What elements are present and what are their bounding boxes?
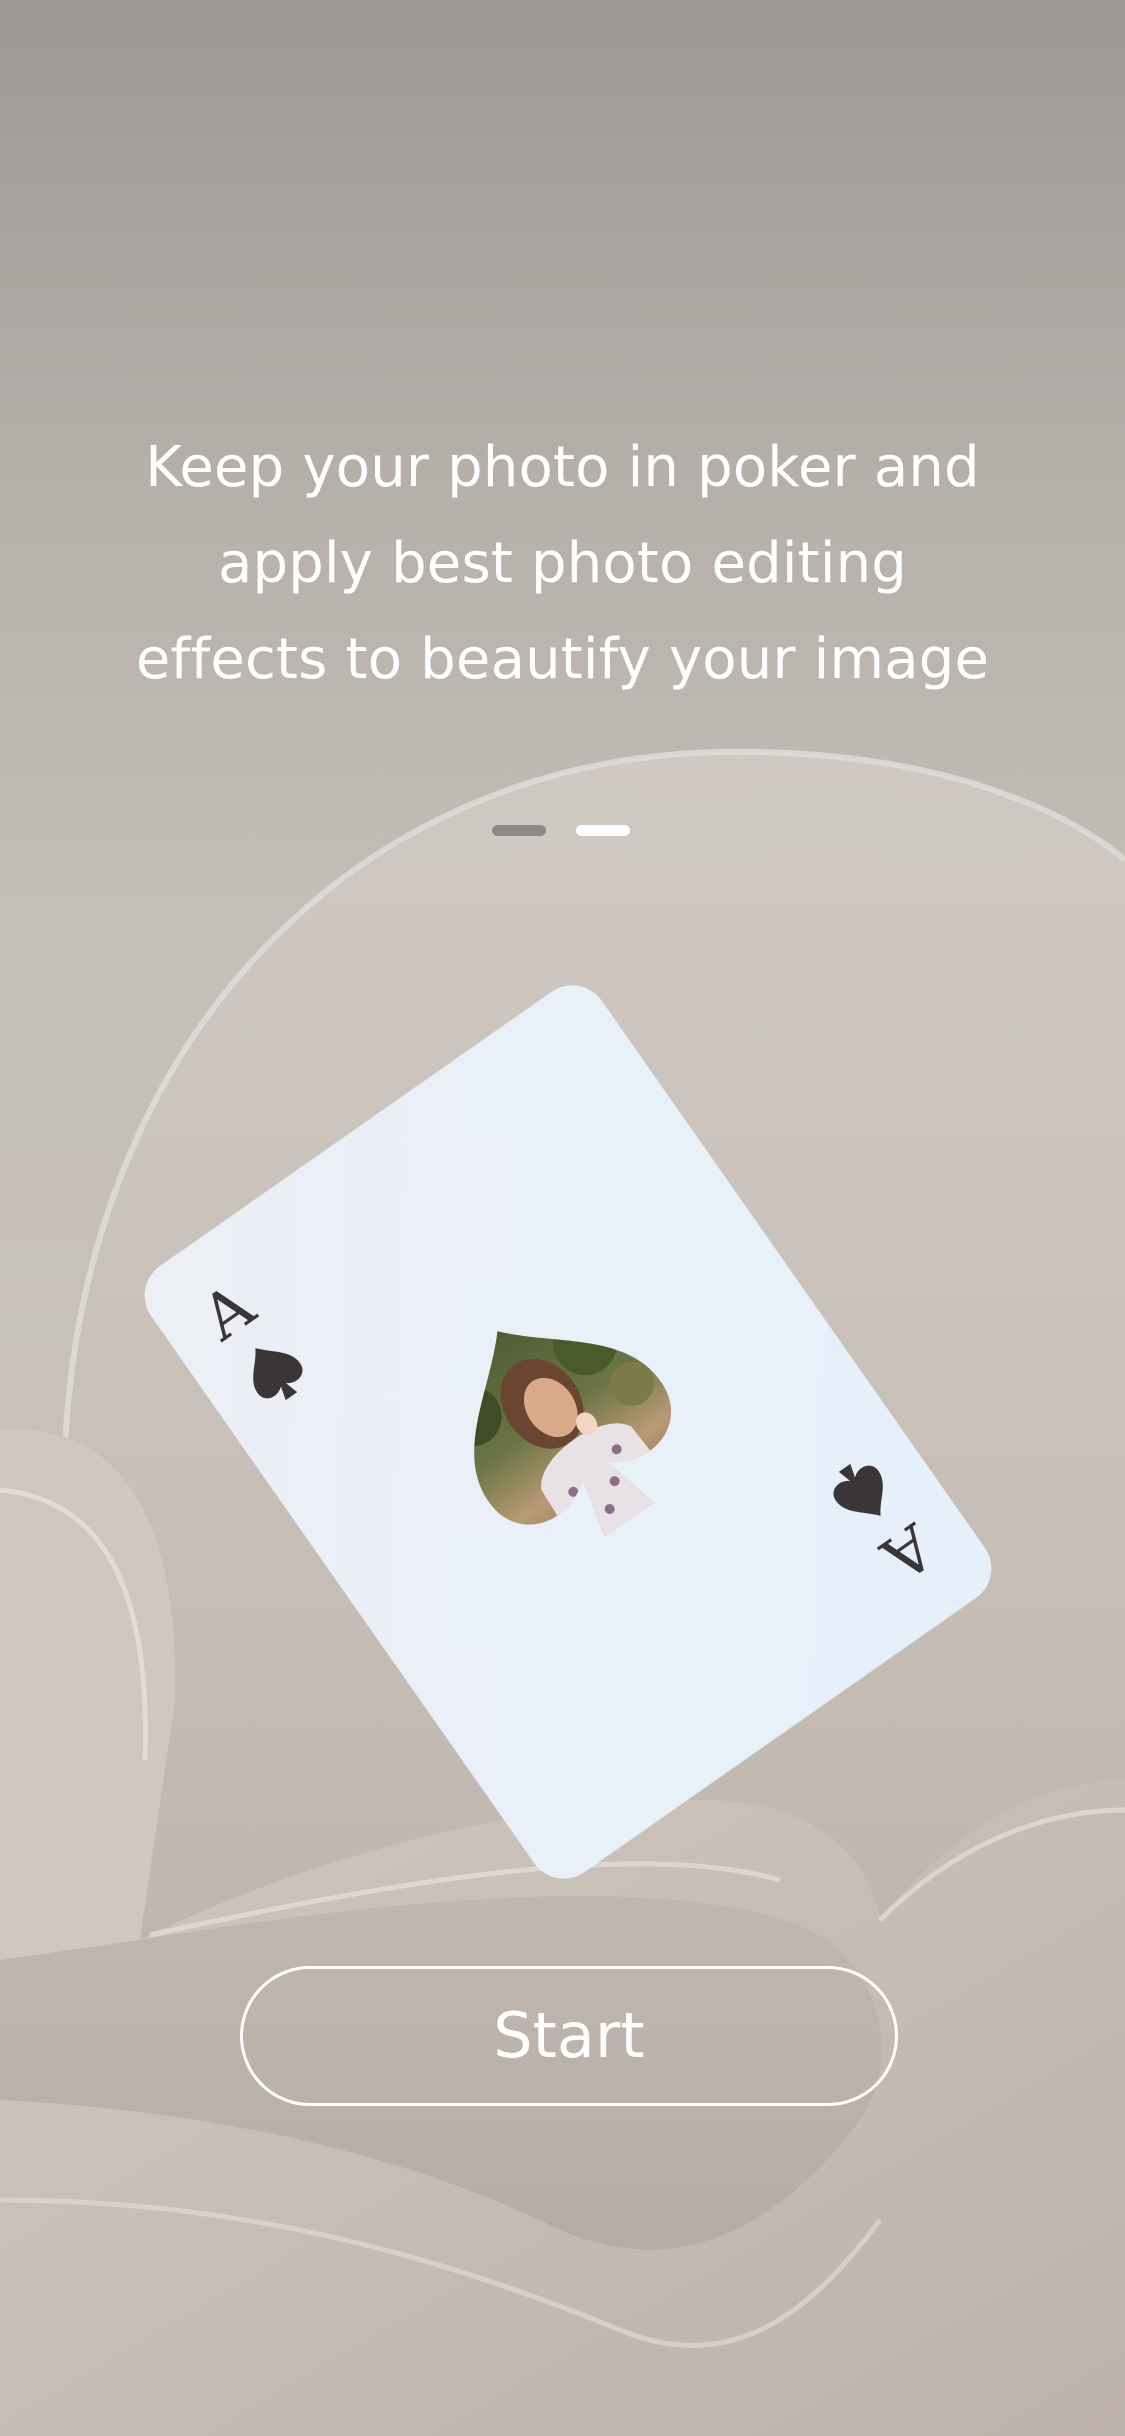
start-button[interactable]: Start — [240, 1966, 898, 2106]
onboarding-screen: Keep your photo in poker and apply best … — [0, 0, 1125, 2436]
